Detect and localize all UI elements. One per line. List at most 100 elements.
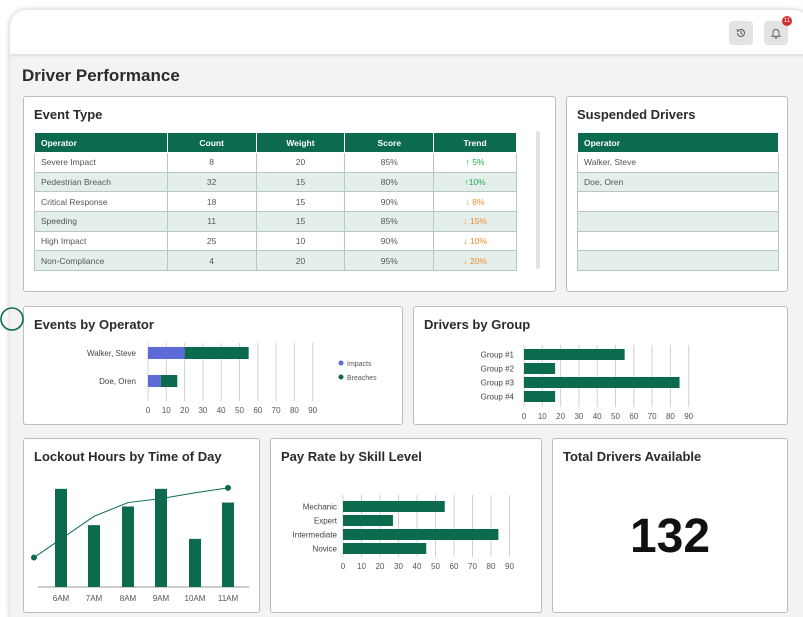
legend-breaches-label: Breaches — [347, 375, 377, 382]
x-tick-label: 8AM — [120, 594, 137, 603]
table-row[interactable]: High Impact 25 10 90% ↓ 10% — [34, 230, 517, 252]
cell-count: 25 — [166, 230, 257, 252]
cell-operator: Speeding — [34, 211, 168, 232]
x-tick-label: 9AM — [153, 594, 170, 603]
history-icon — [736, 28, 745, 37]
cell-score: 85% — [344, 211, 435, 232]
cell-weight: 10 — [255, 230, 346, 252]
x-tick-label: 70 — [272, 406, 281, 415]
y-tick-label: Group #4 — [481, 393, 515, 402]
cell-score: 90% — [344, 191, 435, 213]
legend-breaches-marker — [338, 374, 344, 380]
x-tick-label: 80 — [290, 406, 299, 415]
x-tick-label: 0 — [146, 406, 151, 415]
cell-operator: Severe Impact — [34, 152, 168, 173]
column-header[interactable]: Weight — [255, 132, 346, 153]
bar-impacts — [148, 375, 161, 387]
x-tick-label: 30 — [198, 406, 207, 415]
suspended-drivers-table: Operator Walker, Steve Doe, Oren — [577, 132, 779, 272]
cell-weight: 20 — [255, 152, 346, 173]
history-button[interactable] — [729, 21, 753, 45]
table-row[interactable] — [577, 211, 779, 232]
x-tick-label: 80 — [666, 412, 675, 421]
x-tick-label: 20 — [556, 412, 565, 421]
bar — [189, 538, 201, 587]
lockout-hours-card: Lockout Hours by Time of Day 6AM 7AM 8AM 9A… — [23, 438, 260, 613]
bar — [343, 515, 393, 526]
cell-operator: High Impact — [34, 230, 168, 252]
events-by-operator-chart: 0 10 20 30 40 50 60 70 80 90 Walker, Steve Doe, Ore… — [87, 343, 377, 415]
event-table-scrollbar[interactable] — [536, 131, 540, 269]
y-tick-label: Doe, Oren — [99, 377, 136, 386]
y-tick-label: Walker, Steve — [87, 349, 137, 358]
column-header[interactable]: Count — [166, 132, 257, 153]
table-row[interactable]: Speeding 11 15 85% ↓ 15% — [34, 211, 517, 232]
event-type-table: Operator Count Weight Score Trend Severe… — [34, 132, 517, 272]
column-header[interactable]: Trend — [433, 132, 517, 153]
column-header[interactable]: Operator — [577, 132, 779, 153]
events-by-operator-card: Events by Operator 0 10 20 30 40 50 60 70 80 90 Wa… — [23, 306, 403, 425]
x-tick-label: 40 — [413, 562, 422, 571]
cell-count: 8 — [166, 152, 257, 173]
bar — [524, 391, 556, 402]
bar — [343, 501, 445, 512]
x-tick-label: 50 — [235, 406, 244, 415]
x-tick-label: 20 — [180, 406, 189, 415]
x-tick-label: 10 — [357, 562, 366, 571]
cell-operator: Critical Response — [34, 191, 168, 213]
y-tick-label: Group #1 — [481, 351, 515, 360]
x-tick-label: 0 — [341, 562, 346, 571]
event-type-title: Event Type — [34, 107, 103, 122]
x-tick-label: 40 — [593, 412, 602, 421]
cell-trend: ↑ 5% — [433, 152, 517, 173]
cell-operator: Pedestrian Breach — [34, 171, 168, 193]
cell-operator — [577, 191, 779, 213]
cell-trend: ↓ 15% — [433, 211, 517, 232]
pay-rate-chart: 0 10 20 30 40 50 60 70 80 90 Mechanic Expert Interme… — [293, 495, 514, 571]
cell-trend: ↑10% — [433, 171, 517, 193]
trend-end-point — [225, 484, 231, 491]
cell-weight: 15 — [255, 171, 346, 193]
suspended-drivers-card: Suspended Drivers Operator Walker, Steve… — [566, 96, 788, 292]
cell-operator: Doe, Oren — [577, 171, 779, 193]
x-tick-label: 90 — [684, 412, 693, 421]
table-row[interactable]: Pedestrian Breach 32 15 80% ↑10% — [34, 171, 517, 193]
table-row[interactable]: Doe, Oren — [577, 171, 779, 193]
drivers-by-group-chart: 0 10 20 30 40 50 60 70 80 90 Group #1 Group #2 Group… — [481, 345, 694, 421]
x-tick-label: 80 — [487, 562, 496, 571]
trend-start-point — [31, 554, 37, 561]
table-row[interactable] — [577, 250, 779, 272]
cell-count: 18 — [166, 191, 257, 213]
table-row[interactable]: Severe Impact 8 20 85% ↑ 5% — [34, 152, 517, 173]
notifications-button[interactable]: 11 — [764, 16, 792, 45]
cell-score: 95% — [344, 250, 435, 272]
x-tick-label: 70 — [468, 562, 477, 571]
drivers-by-group-card: Drivers by Group 0 10 20 30 40 50 60 70 80 90 Grou… — [413, 306, 788, 425]
cell-count: 11 — [166, 211, 257, 232]
y-tick-label: Mechanic — [303, 503, 337, 512]
bar — [343, 529, 499, 540]
bar — [222, 502, 234, 587]
total-drivers-value: 132 — [629, 510, 711, 563]
bar-breaches — [160, 375, 178, 387]
bar — [343, 543, 427, 554]
table-row[interactable] — [577, 191, 779, 213]
legend-impacts-marker — [338, 360, 344, 366]
app-frame: 11 Driver Performance Event Type Operato… — [10, 10, 803, 617]
x-tick-label: 60 — [450, 562, 459, 571]
column-header[interactable]: Operator — [34, 132, 168, 153]
x-tick-label: 10 — [162, 406, 171, 415]
x-tick-label: 40 — [217, 406, 226, 415]
table-row[interactable]: Non-Compliance 4 20 95% ↓ 20% — [34, 250, 517, 272]
bar — [155, 488, 167, 587]
x-tick-label: 60 — [253, 406, 262, 415]
column-header[interactable]: Score — [344, 132, 435, 153]
x-tick-label: 7AM — [86, 594, 103, 603]
y-tick-label: Group #3 — [481, 379, 515, 388]
cell-score: 85% — [344, 152, 435, 173]
cell-count: 4 — [166, 250, 257, 272]
table-row[interactable]: Walker, Steve — [577, 152, 779, 173]
table-row[interactable] — [577, 230, 779, 252]
lockout-hours-chart: 6AM 7AM 8AM 9AM 10AM 11AM — [31, 484, 249, 603]
table-row[interactable]: Critical Response 18 15 90% ↓ 8% — [34, 191, 517, 213]
